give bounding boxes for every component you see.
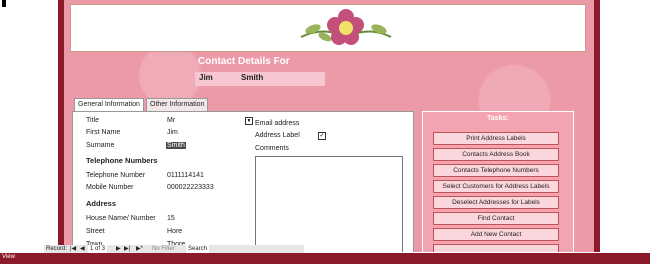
street-field[interactable]: Hore (167, 228, 182, 235)
select-customers-labels-button[interactable]: Select Customers for Address Labels (433, 180, 559, 193)
contacts-address-book-button[interactable]: Contacts Address Book (433, 148, 559, 161)
right-edge (594, 0, 600, 252)
telephone-section-heading: Telephone Numbers (86, 156, 158, 165)
title-label: Title (86, 117, 99, 124)
deselect-addresses-button[interactable]: Deselect Addresses for Labels (433, 196, 559, 209)
house-label: House Name/ Number (86, 215, 156, 222)
street-label: Street (86, 228, 105, 235)
title-dropdown-icon[interactable]: ▼ (245, 117, 253, 125)
contact-form: Contact Details For Jim Smith General In… (58, 0, 600, 252)
name-display: Jim Smith (195, 72, 325, 86)
address-section-heading: Address (86, 199, 117, 208)
add-new-contact-button[interactable]: Add New Contact (433, 228, 559, 241)
record-label: Record: (46, 246, 68, 252)
header-last-name: Smith (241, 73, 264, 82)
first-record-icon[interactable]: |◀ (70, 245, 76, 253)
surname-field[interactable]: Smith (166, 142, 186, 149)
comments-textarea[interactable] (255, 156, 403, 252)
new-record-icon[interactable]: ▶* (136, 245, 143, 253)
record-navigator: Record: |◀ ◀ 1 of 3 ▶ ▶| ▶* No Filter Se… (44, 245, 304, 253)
cursor-mark (2, 0, 6, 7)
telephone-field[interactable]: 0111114141 (167, 172, 204, 179)
mobile-label: Mobile Number (86, 184, 134, 191)
find-contact-button[interactable]: Find Contact (433, 212, 559, 225)
right-margin (600, 0, 650, 252)
left-edge (58, 0, 64, 252)
left-margin (0, 0, 58, 252)
header-first-name: Jim (199, 73, 213, 82)
comments-label: Comments (255, 145, 289, 152)
status-bar: View (0, 253, 650, 264)
house-field[interactable]: 15 (167, 215, 175, 222)
contacts-telephone-numbers-button[interactable]: Contacts Telephone Numbers (433, 164, 559, 177)
address-label-label: Address Label (255, 132, 300, 139)
record-position[interactable]: 1 of 3 (88, 245, 108, 253)
tab-other-information[interactable]: Other Information (146, 98, 209, 112)
tasks-header: Tasks: (487, 115, 509, 122)
view-status: View (2, 254, 15, 260)
extra-task-button[interactable] (433, 244, 559, 252)
form-title: Contact Details For (198, 56, 290, 67)
search-box[interactable]: Search (186, 245, 210, 253)
last-record-icon[interactable]: ▶| (124, 245, 130, 253)
address-label-checkbox[interactable]: ✓ (318, 132, 326, 140)
general-information-panel: Title Mr ▼ First Name Jim Surname Smith … (72, 111, 414, 252)
prev-record-icon[interactable]: ◀ (80, 245, 85, 253)
telephone-label: Telephone Number (86, 172, 146, 179)
header-banner (70, 4, 586, 52)
mobile-field[interactable]: 000022223333 (167, 184, 214, 191)
first-name-field[interactable]: Jim (167, 129, 178, 136)
email-label: Email address (255, 120, 300, 127)
print-address-labels-button[interactable]: Print Address Labels (433, 132, 559, 145)
next-record-icon[interactable]: ▶ (116, 245, 121, 253)
filter-indicator[interactable]: No Filter (152, 245, 175, 253)
first-name-label: First Name (86, 129, 121, 136)
flower-logo-icon (300, 9, 392, 45)
tab-general-information[interactable]: General Information (74, 98, 144, 112)
surname-label: Surname (86, 142, 115, 149)
tasks-panel: Tasks: Print Address Labels Contacts Add… (422, 111, 574, 252)
title-combo[interactable]: Mr (167, 117, 175, 124)
